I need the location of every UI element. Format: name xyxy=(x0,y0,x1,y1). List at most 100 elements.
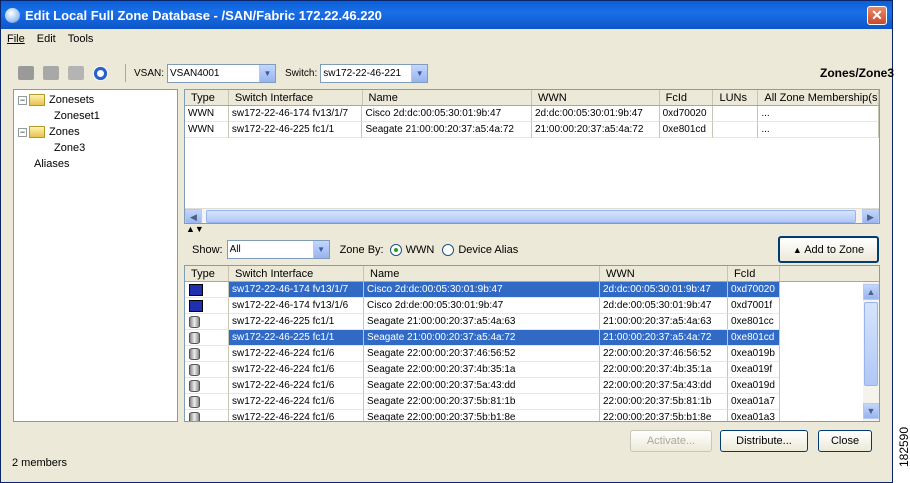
table-cell: 21:00:00:20:37:a5:4a:72 xyxy=(531,122,660,138)
column-header[interactable]: Switch Interface xyxy=(229,266,364,281)
zone-by-alias-label[interactable]: Device Alias xyxy=(458,244,518,256)
devices-table-body: sw172-22-46-174 fv13/1/7 Cisco 2d:dc:00:0… xyxy=(185,282,879,421)
scroll-right-icon[interactable]: ▶ xyxy=(862,209,879,223)
insert-icon[interactable] xyxy=(43,66,59,80)
tree-item-zones[interactable]: − Zones xyxy=(14,124,177,140)
distribute-button[interactable]: Distribute... xyxy=(720,430,808,452)
chevron-down-icon[interactable]: ▼ xyxy=(259,64,276,82)
table-row[interactable]: sw172-22-46-224 fc1/6 Seagate 22:00:00:20… xyxy=(185,410,879,421)
move-icon[interactable] xyxy=(68,66,84,80)
tree-item-label: Zones xyxy=(49,126,80,138)
add-to-zone-button[interactable]: ▲ Add to Zone xyxy=(778,236,879,263)
table-cell: Seagate 22:00:00:20:37:5b:b1:8e xyxy=(364,410,600,421)
table-cell: sw172-22-46-174 fv13/1/6 xyxy=(229,298,364,314)
title-bar: Edit Local Full Zone Database - /SAN/Fab… xyxy=(1,1,892,29)
table-cell xyxy=(185,282,229,298)
table-cell: 0xea019b xyxy=(728,346,780,362)
table-cell xyxy=(185,346,229,362)
table-cell: Seagate 21:00:00:20:37:a5:4a:72 xyxy=(362,122,532,138)
table-cell: sw172-22-46-224 fc1/6 xyxy=(229,346,364,362)
collapse-icon[interactable]: − xyxy=(18,95,27,105)
disk-icon xyxy=(189,412,200,421)
triangle-up-icon: ▲ xyxy=(792,245,802,255)
show-label: Show: xyxy=(192,243,223,256)
zone-by-wwn-radio[interactable] xyxy=(389,243,402,256)
show-select[interactable]: All ▼ xyxy=(226,240,330,259)
table-row[interactable]: sw172-22-46-224 fc1/6 Seagate 22:00:00:20… xyxy=(185,378,879,394)
table-row[interactable]: WWN sw172-22-46-225 fc1/1 Seagate 21:00:… xyxy=(185,122,879,138)
horizontal-scrollbar[interactable]: ◀ ▶ xyxy=(185,208,879,223)
close-window-icon[interactable]: ✕ xyxy=(867,6,887,25)
column-header[interactable]: All Zone Membership(s) xyxy=(758,90,879,105)
table-cell: sw172-22-46-224 fc1/6 xyxy=(229,394,364,410)
scroll-up-icon[interactable]: ▲ xyxy=(863,284,879,300)
activate-button[interactable]: Activate... xyxy=(630,430,712,452)
table-header: Type Switch Interface Name WWN FcId xyxy=(185,266,879,282)
vsan-select[interactable]: VSAN4001 ▼ xyxy=(167,63,277,83)
chevron-down-icon[interactable]: ▼ xyxy=(411,64,428,82)
column-header[interactable]: WWN xyxy=(532,90,660,105)
table-row[interactable]: sw172-22-46-224 fc1/6 Seagate 22:00:00:20… xyxy=(185,394,879,410)
folder-icon xyxy=(29,94,45,106)
refresh-icon[interactable] xyxy=(93,65,108,81)
column-header[interactable]: Name xyxy=(363,90,532,105)
table-cell xyxy=(185,378,229,394)
tree-item-zone3[interactable]: Zone3 xyxy=(14,140,177,156)
table-cell[interactable]: ... xyxy=(758,122,879,138)
splitter-handle[interactable]: ▲▼ xyxy=(186,225,204,234)
table-cell: Cisco 2d:de:00:05:30:01:9b:47 xyxy=(364,298,600,314)
tree-item-zoneset1[interactable]: Zoneset1 xyxy=(14,108,177,124)
menu-edit[interactable]: Edit xyxy=(37,33,56,45)
menu-tools[interactable]: Tools xyxy=(68,33,94,45)
table-row[interactable]: sw172-22-46-174 fv13/1/7 Cisco 2d:dc:00:0… xyxy=(185,282,879,298)
table-cell: Seagate 22:00:00:20:37:5b:81:1b xyxy=(364,394,600,410)
column-header[interactable]: WWN xyxy=(600,266,728,281)
table-cell xyxy=(185,314,229,330)
table-cell: sw172-22-46-225 fc1/1 xyxy=(229,330,364,346)
table-cell: sw172-22-46-225 fc1/1 xyxy=(228,122,363,138)
table-cell: 0xe801cc xyxy=(728,314,780,330)
table-cell: Cisco 2d:dc:00:05:30:01:9b:47 xyxy=(362,106,532,122)
table-row[interactable]: sw172-22-46-225 fc1/1 Seagate 21:00:00:20… xyxy=(185,314,879,330)
zone-by-wwn-label[interactable]: WWN xyxy=(406,244,435,256)
zone-by-label: Zone By: xyxy=(339,243,384,256)
table-cell[interactable]: ... xyxy=(758,106,879,122)
collapse-icon[interactable]: − xyxy=(18,127,27,137)
scroll-left-icon[interactable]: ◀ xyxy=(185,209,202,223)
column-header[interactable]: FcId xyxy=(728,266,780,281)
table-cell: 21:00:00:20:37:a5:4a:63 xyxy=(600,314,728,330)
table-cell: Cisco 2d:dc:00:05:30:01:9b:47 xyxy=(364,282,600,298)
tree-item-aliases[interactable]: Aliases xyxy=(14,156,177,172)
column-header[interactable]: FcId xyxy=(660,90,714,105)
table-row[interactable]: sw172-22-46-174 fv13/1/6 Cisco 2d:de:00:0… xyxy=(185,298,879,314)
show-value: All xyxy=(229,244,241,255)
column-header[interactable]: Name xyxy=(364,266,600,281)
status-bar: 2 members xyxy=(12,457,68,469)
scroll-thumb[interactable] xyxy=(206,210,856,223)
toolbar: VSAN: VSAN4001 ▼ Switch: sw172-22-46-221… xyxy=(0,62,891,84)
vertical-scrollbar[interactable]: ▲ ▼ xyxy=(863,282,879,421)
close-button[interactable]: Close xyxy=(818,430,872,452)
chevron-down-icon[interactable]: ▼ xyxy=(312,241,329,258)
table-cell: Seagate 22:00:00:20:37:5a:43:dd xyxy=(364,378,600,394)
column-header[interactable]: Type xyxy=(185,266,229,281)
table-row[interactable]: sw172-22-46-225 fc1/1 Seagate 21:00:00:20… xyxy=(185,330,879,346)
table-row[interactable]: sw172-22-46-224 fc1/6 Seagate 22:00:00:20… xyxy=(185,362,879,378)
table-cell: 0xe801cd xyxy=(659,122,714,138)
table-row[interactable]: sw172-22-46-224 fc1/6 Seagate 22:00:00:20… xyxy=(185,346,879,362)
menu-bar: File Edit Tools xyxy=(1,29,892,48)
column-header[interactable]: LUNs xyxy=(713,90,759,105)
menu-file[interactable]: File xyxy=(7,33,25,45)
table-cell: sw172-22-46-224 fc1/6 xyxy=(229,378,364,394)
vsan-value: VSAN4001 xyxy=(170,67,220,79)
tree-item-zonesets[interactable]: − Zonesets xyxy=(14,92,177,108)
remove-icon[interactable] xyxy=(18,66,34,80)
scroll-thumb[interactable] xyxy=(864,302,878,386)
column-header[interactable]: Switch Interface xyxy=(229,90,363,105)
table-row[interactable]: WWN sw172-22-46-174 fv13/1/7 Cisco 2d:dc… xyxy=(185,106,879,122)
column-header[interactable]: Type xyxy=(185,90,229,105)
scroll-down-icon[interactable]: ▼ xyxy=(863,403,879,419)
zone-by-alias-radio[interactable] xyxy=(442,243,455,256)
switch-select[interactable]: sw172-22-46-221 ▼ xyxy=(320,63,429,83)
zone-path: Zones/Zone3 xyxy=(819,66,894,80)
